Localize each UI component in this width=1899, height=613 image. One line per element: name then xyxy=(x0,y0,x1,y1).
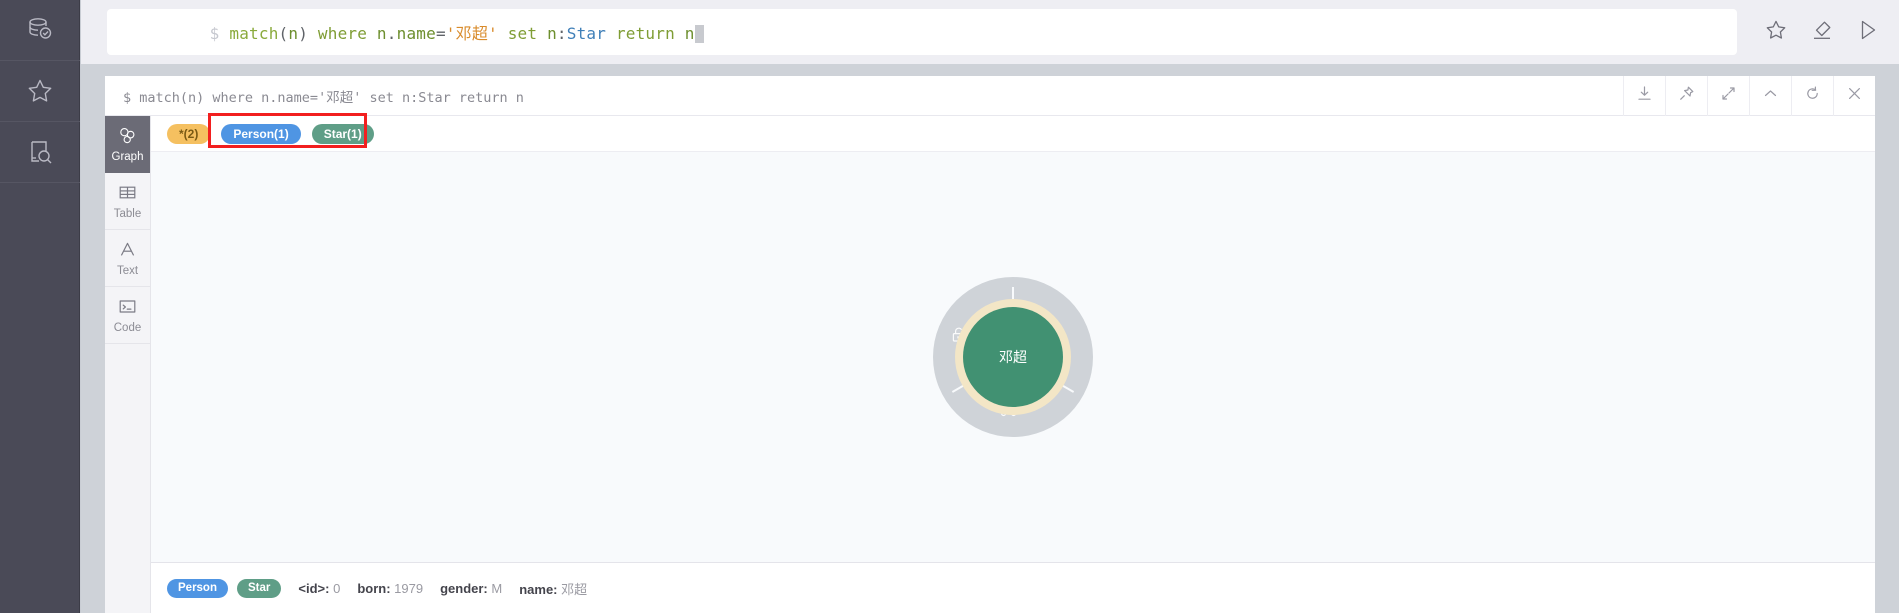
query-token xyxy=(308,24,318,43)
property-name-key: name: xyxy=(519,581,558,597)
graph-node-label: 邓超 xyxy=(999,349,1027,365)
property-name: name: 邓超 xyxy=(519,579,587,598)
pin-icon xyxy=(1678,85,1695,107)
refresh-icon xyxy=(1804,85,1821,107)
code-icon xyxy=(118,297,137,319)
query-text: $ match(n) where n.name='邓超' set n:Star … xyxy=(131,9,704,55)
property-id-value: 0 xyxy=(333,580,341,596)
chip-label-person[interactable]: Person(1) xyxy=(221,123,301,144)
table-icon xyxy=(118,183,137,205)
graph-canvas[interactable]: 邓超 xyxy=(151,152,1875,562)
query-editor-bar: $ match(n) where n.name='邓超' set n:Star … xyxy=(81,0,1899,64)
property-badge-person[interactable]: Person xyxy=(167,578,228,598)
graph-node[interactable]: 邓超 xyxy=(963,307,1063,407)
graph-view: *(2) Person(1) Star(1) 邓超 Person Star <i… xyxy=(151,113,1875,613)
chip-all-nodes[interactable]: *(2) xyxy=(167,123,211,144)
tab-text[interactable]: Text xyxy=(105,230,150,287)
query-token xyxy=(675,24,685,43)
view-tab-strip: Graph Table Text Code xyxy=(105,116,151,613)
property-gender: gender: M xyxy=(440,581,502,596)
tab-table[interactable]: Table xyxy=(105,173,150,230)
chevron-up-icon xyxy=(1762,85,1779,107)
query-token: n xyxy=(684,24,695,43)
property-born-value: 1979 xyxy=(394,580,424,596)
query-token: ) xyxy=(298,24,309,43)
prompt-symbol: $ xyxy=(209,24,220,43)
editor-actions xyxy=(1753,9,1891,55)
property-born-key: born: xyxy=(357,580,391,596)
download-icon xyxy=(1636,85,1653,107)
query-token: '邓超' xyxy=(445,24,498,43)
favorite-button[interactable] xyxy=(1753,9,1799,55)
query-token xyxy=(498,24,508,43)
pin-button[interactable] xyxy=(1665,76,1707,116)
query-token: : xyxy=(556,24,567,43)
clear-button[interactable] xyxy=(1799,9,1845,55)
database-check-icon xyxy=(25,15,55,45)
result-query-echo: $ match(n) where n.name='邓超' set n:Star … xyxy=(123,89,524,106)
query-token: ( xyxy=(278,24,289,43)
sidebar-item-browse[interactable] xyxy=(0,122,80,183)
expand-icon xyxy=(1720,85,1737,107)
property-id: <id>: 0 xyxy=(298,581,340,596)
run-button[interactable] xyxy=(1845,9,1891,55)
download-button[interactable] xyxy=(1623,76,1665,116)
graph-icon xyxy=(118,126,137,148)
app-rail xyxy=(0,0,80,613)
sidebar-item-extra[interactable] xyxy=(0,183,80,613)
property-id-key: <id>: xyxy=(298,580,330,596)
collapse-button[interactable] xyxy=(1749,76,1791,116)
fullscreen-button[interactable] xyxy=(1707,76,1749,116)
query-token: n xyxy=(376,24,387,43)
tab-code-label: Code xyxy=(113,321,142,334)
query-token xyxy=(367,24,377,43)
tab-text-label: Text xyxy=(116,264,139,277)
query-token: match xyxy=(229,24,279,43)
result-body: Graph Table Text Code *(2) Person(1) Sta… xyxy=(105,113,1875,613)
refresh-button[interactable] xyxy=(1791,76,1833,116)
query-token: Star xyxy=(566,24,607,43)
tab-table-label: Table xyxy=(113,207,142,220)
tab-code[interactable]: Code xyxy=(105,287,150,344)
query-token: name xyxy=(396,24,436,43)
tab-graph-label: Graph xyxy=(111,150,144,163)
property-name-value: 邓超 xyxy=(561,581,588,597)
query-token: n xyxy=(547,24,557,43)
result-header-actions xyxy=(1623,76,1875,116)
query-token: = xyxy=(435,24,446,43)
close-icon xyxy=(1846,85,1863,107)
star-icon xyxy=(25,76,55,106)
query-token: set xyxy=(507,24,538,43)
node-property-bar: Person Star <id>: 0 born: 1979 gender: M xyxy=(151,562,1875,613)
query-token xyxy=(606,24,616,43)
text-cursor xyxy=(694,25,704,43)
star-icon xyxy=(1764,18,1788,47)
eraser-icon xyxy=(1810,18,1834,47)
result-header: $ match(n) where n.name='邓超' set n:Star … xyxy=(105,76,1875,116)
sidebar-item-database[interactable] xyxy=(0,0,80,61)
close-button[interactable] xyxy=(1833,76,1875,116)
query-token xyxy=(537,24,547,43)
sidebar-item-favorites[interactable] xyxy=(0,61,80,122)
result-panel: $ match(n) where n.name='邓超' set n:Star … xyxy=(105,76,1875,613)
property-gender-value: M xyxy=(491,580,503,596)
property-badge-star[interactable]: Star xyxy=(237,578,282,598)
main-area: $ match(n) where n.name='邓超' set n:Star … xyxy=(81,0,1899,613)
document-search-icon xyxy=(25,137,55,167)
chip-label-star[interactable]: Star(1) xyxy=(311,123,374,144)
tab-graph[interactable]: Graph xyxy=(105,116,150,173)
query-token: . xyxy=(386,24,397,43)
label-chips-row: *(2) Person(1) Star(1) xyxy=(151,113,1875,152)
query-input[interactable]: $ match(n) where n.name='邓超' set n:Star … xyxy=(107,9,1737,55)
graph-node-group: 邓超 xyxy=(933,277,1093,437)
query-token: where xyxy=(317,24,368,43)
text-icon xyxy=(118,240,137,262)
query-token: return xyxy=(615,24,675,43)
play-icon xyxy=(1855,17,1881,48)
query-token: n xyxy=(288,24,299,43)
property-born: born: 1979 xyxy=(357,581,423,596)
property-gender-key: gender: xyxy=(440,580,488,596)
query-tokens: match(n) where n.name='邓超' set n:Star re… xyxy=(229,24,694,43)
